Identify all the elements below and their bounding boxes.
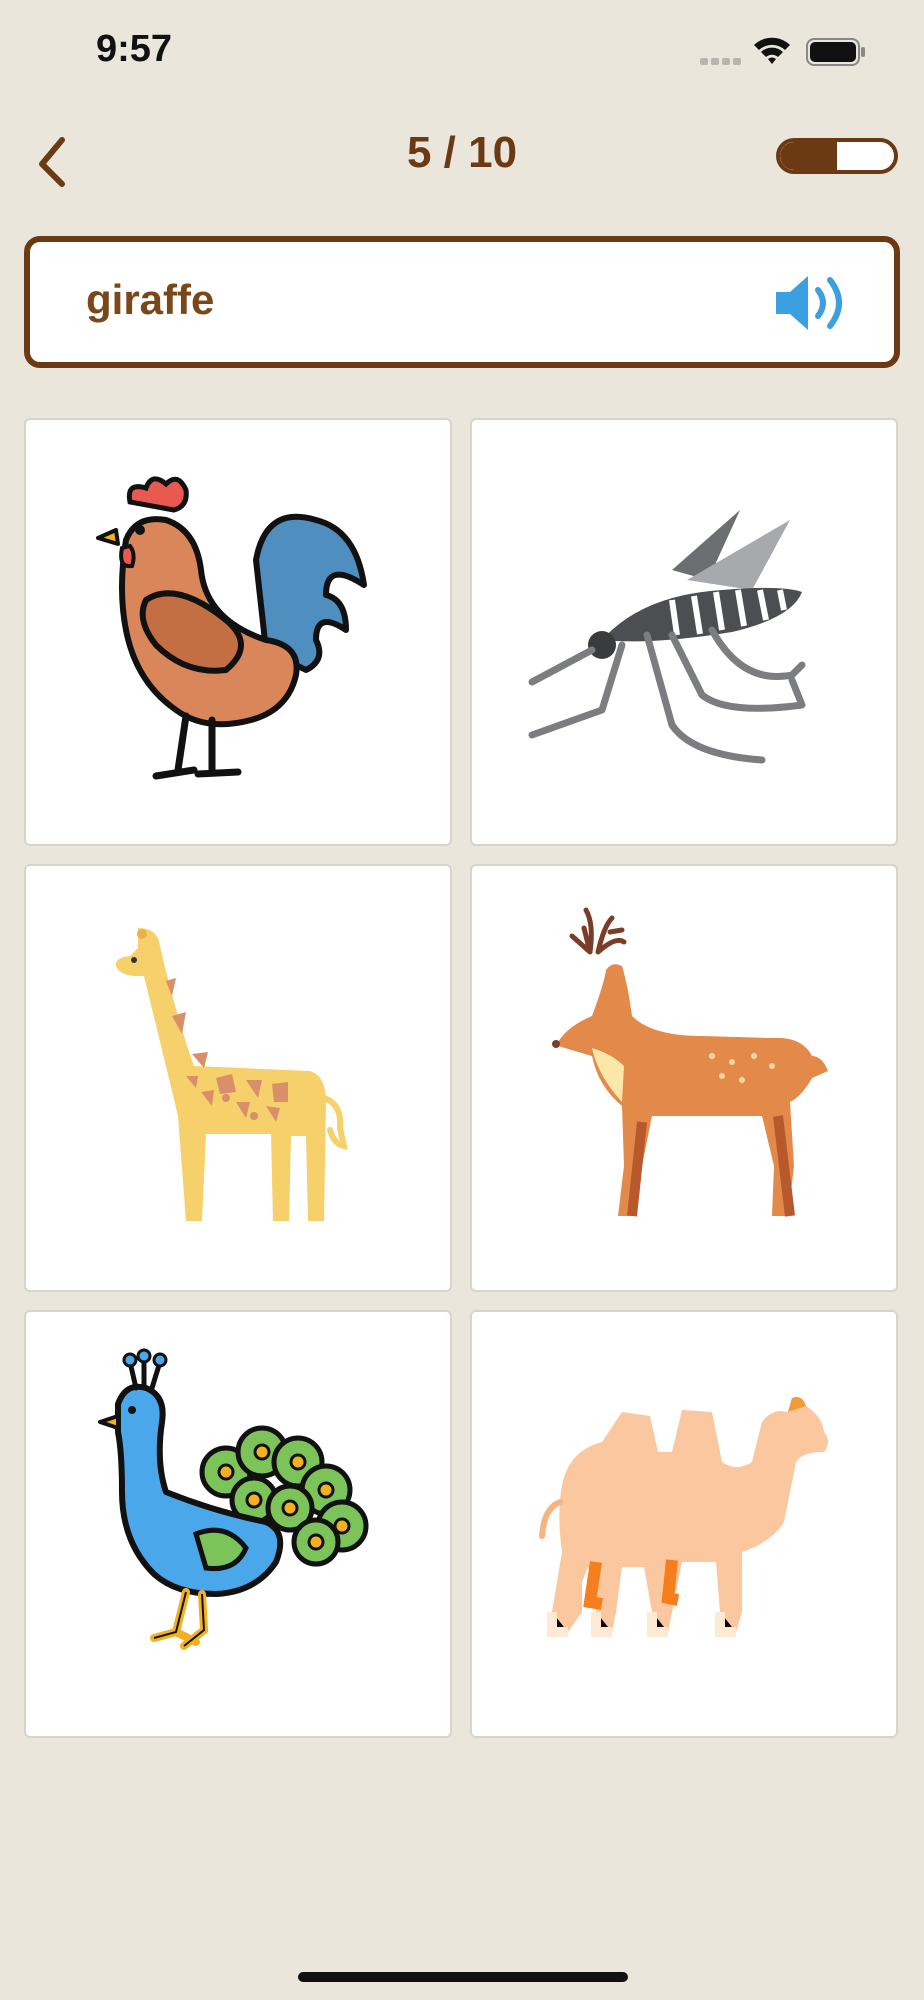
progress-toggle-fill [780,142,837,170]
target-word-card: giraffe [24,236,900,368]
option-card-peacock[interactable] [24,1310,452,1738]
target-word: giraffe [86,276,215,323]
wifi-icon [754,37,790,64]
mosquito-icon [528,510,806,764]
option-card-deer[interactable] [470,864,898,1292]
home-indicator[interactable] [298,1972,628,1982]
progress-toggle[interactable] [776,138,898,174]
cellular-signal-icon [700,58,741,65]
speaker-icon[interactable] [772,270,852,336]
option-card-rooster[interactable] [24,418,452,846]
deer-icon [552,907,828,1217]
status-bar: 9:57 [0,0,924,100]
camel-icon [539,1397,828,1637]
quiz-header: 5 / 10 [0,120,924,200]
rooster-icon [96,476,367,780]
peacock-icon [98,1348,369,1650]
battery-icon [806,38,865,66]
option-card-camel[interactable] [470,1310,898,1738]
option-card-giraffe[interactable] [24,864,452,1292]
status-time: 9:57 [96,28,173,70]
option-card-mosquito[interactable] [470,418,898,846]
giraffe-icon [115,928,348,1221]
